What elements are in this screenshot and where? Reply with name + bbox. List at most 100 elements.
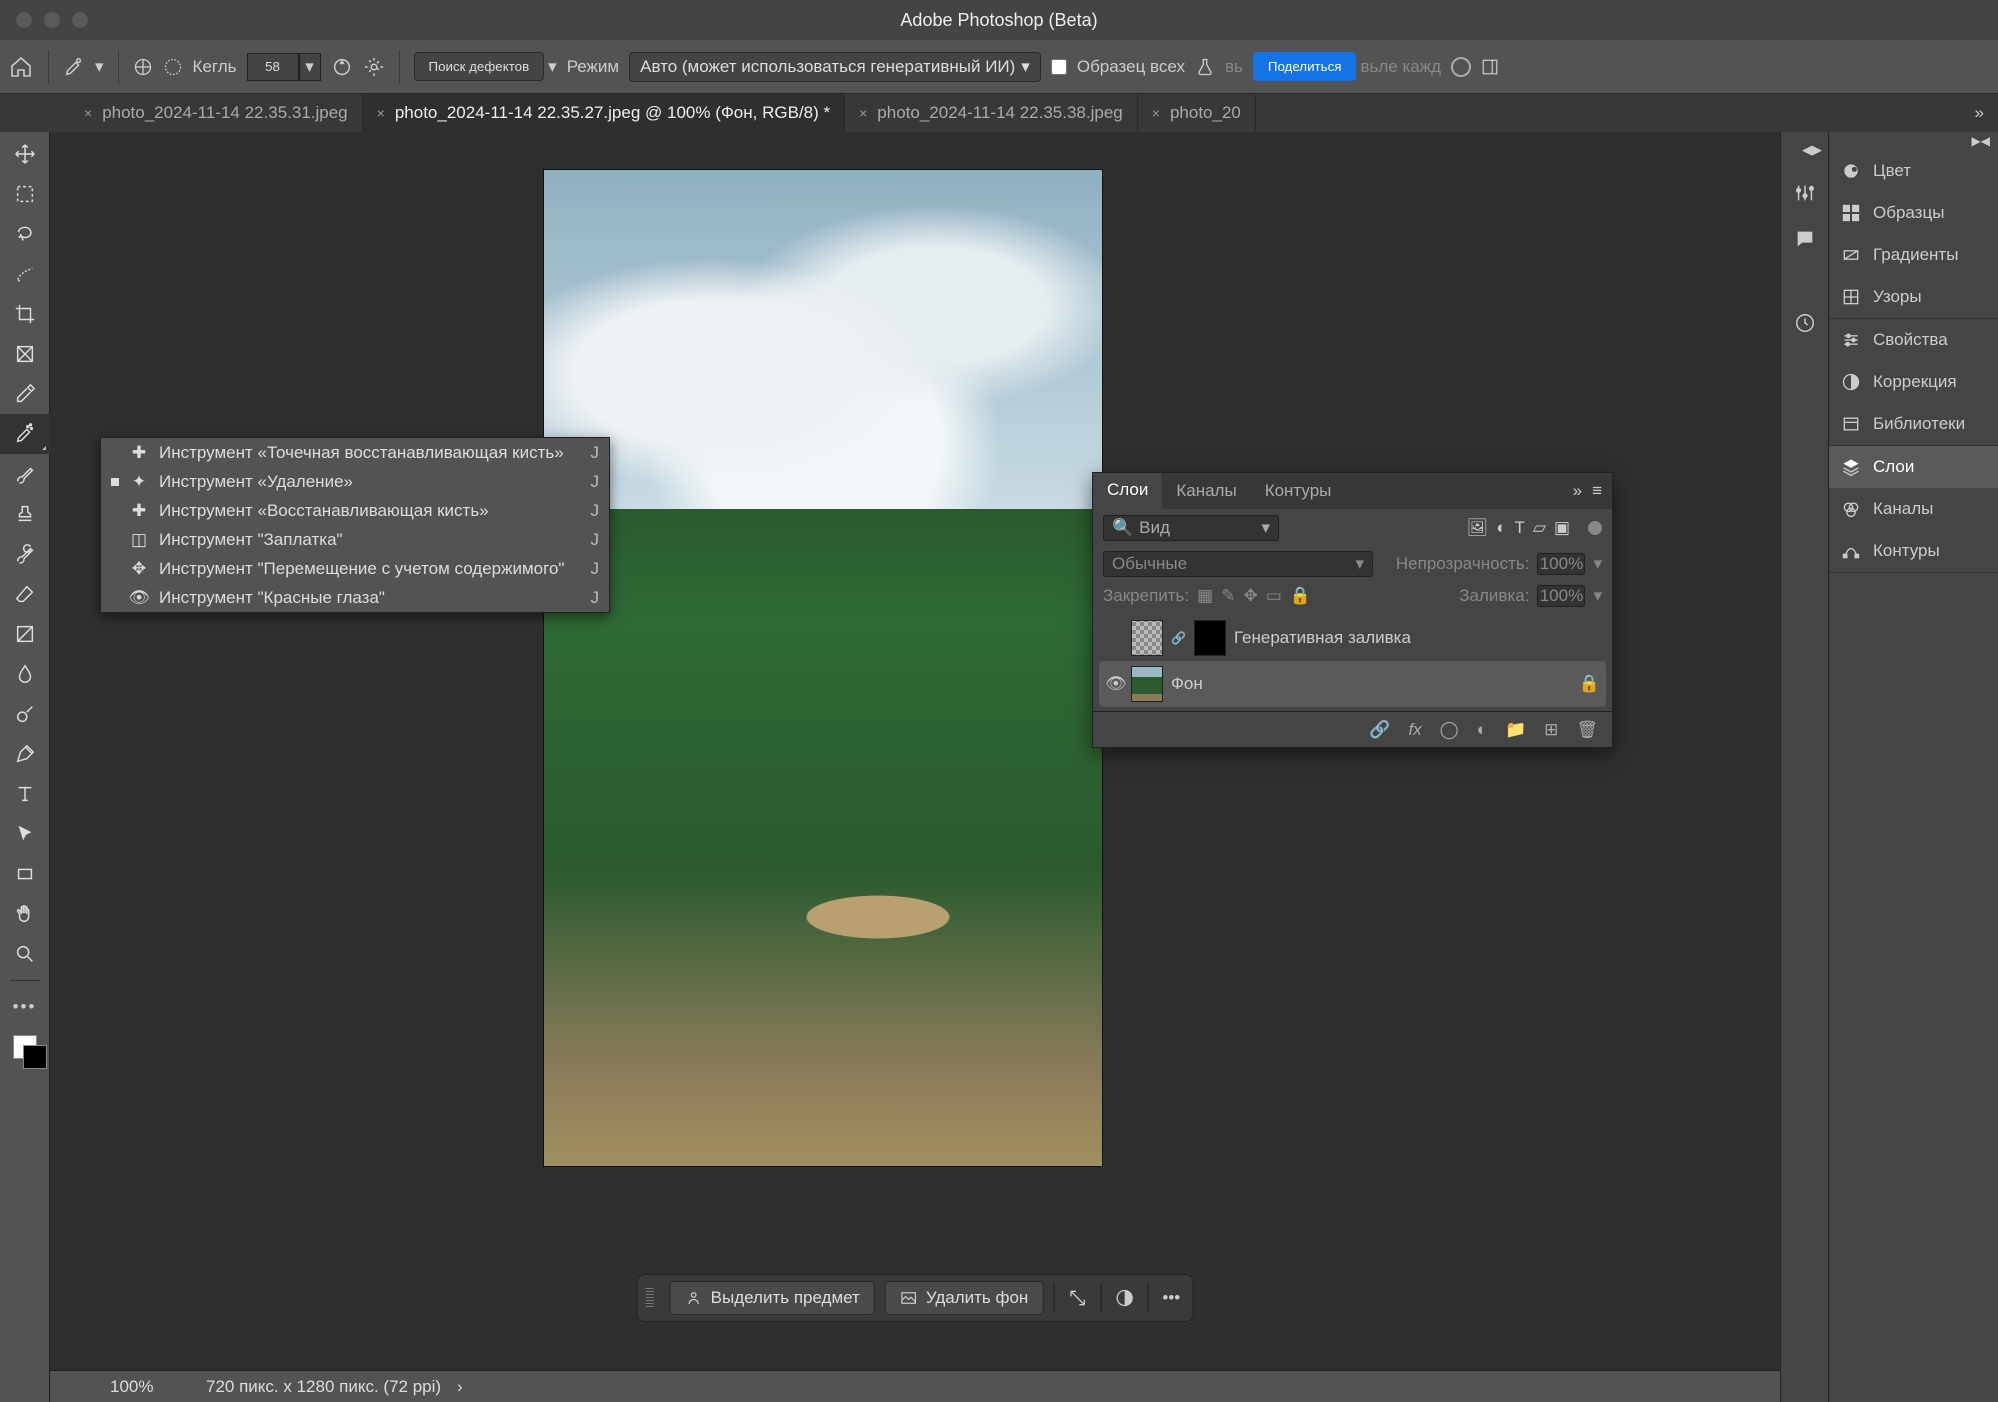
history-icon[interactable] xyxy=(1794,312,1816,334)
chevron-down-icon[interactable]: ▾ xyxy=(548,57,557,77)
close-icon[interactable]: × xyxy=(377,105,385,121)
kegl-input[interactable] xyxy=(247,53,299,81)
brush-tip-icon[interactable] xyxy=(133,57,153,77)
group-icon[interactable]: 📁 xyxy=(1505,720,1526,740)
chevron-down-icon[interactable]: ▾ xyxy=(1593,554,1602,574)
layer-filter-dropdown[interactable]: 🔍 Вид ▾ xyxy=(1103,515,1279,541)
link-layers-icon[interactable]: 🔗 xyxy=(1369,720,1390,740)
flyout-spot-healing[interactable]: ✚ Инструмент «Точечная восстанавливающая… xyxy=(101,438,609,467)
adjustments-icon[interactable] xyxy=(1794,182,1816,204)
filter-adjust-icon[interactable]: ◐ xyxy=(1496,518,1506,538)
hand-tool[interactable] xyxy=(0,894,50,934)
close-icon[interactable]: × xyxy=(84,105,92,121)
blur-tool[interactable] xyxy=(0,654,50,694)
beaker-icon[interactable] xyxy=(1195,57,1215,77)
sample-all-checkbox[interactable] xyxy=(1051,59,1067,75)
filter-pixel-icon[interactable]: 🖼 xyxy=(1467,518,1489,538)
eyedropper-tool[interactable] xyxy=(0,374,50,414)
comments-icon[interactable] xyxy=(1794,228,1816,250)
shape-tool[interactable] xyxy=(0,854,50,894)
filter-toggle[interactable] xyxy=(1588,521,1602,535)
history-brush-tool[interactable] xyxy=(0,534,50,574)
fx-icon[interactable]: fx xyxy=(1408,720,1421,740)
lock-position-icon[interactable]: ✥ xyxy=(1243,586,1257,606)
mode-dropdown[interactable]: Авто (может использоваться генеративный … xyxy=(629,52,1041,82)
panel-gradients[interactable]: Градиенты xyxy=(1829,234,1998,276)
find-defects-button[interactable]: Поиск дефектов xyxy=(414,52,545,81)
tab-doc-4[interactable]: ×photo_20 xyxy=(1138,94,1256,132)
new-layer-icon[interactable]: ⊞ xyxy=(1544,720,1558,740)
marquee-tool[interactable] xyxy=(0,174,50,214)
close-icon[interactable]: × xyxy=(859,105,867,121)
home-icon[interactable] xyxy=(8,55,34,79)
color-swatches[interactable] xyxy=(13,1035,37,1059)
chevron-right-icon[interactable]: › xyxy=(457,1377,463,1397)
pressure-size-icon[interactable] xyxy=(331,56,353,78)
collapse-panels[interactable]: ▶◀ xyxy=(1829,132,1998,150)
flyout-remove[interactable]: ✦ Инструмент «Удаление» J xyxy=(101,467,609,496)
panel-paths[interactable]: Контуры xyxy=(1829,530,1998,572)
select-subject-button[interactable]: Выделить предмет xyxy=(670,1281,875,1315)
collapse-icon[interactable]: » xyxy=(1573,481,1582,501)
panel-color[interactable]: Цвет xyxy=(1829,150,1998,192)
panel-layers[interactable]: Слои xyxy=(1829,446,1998,488)
workspace-icon[interactable] xyxy=(1481,58,1499,76)
adjustment-icon[interactable] xyxy=(1111,1285,1137,1311)
panel-swatches[interactable]: Образцы xyxy=(1829,192,1998,234)
crop-tool[interactable] xyxy=(0,294,50,334)
zoom-icon[interactable] xyxy=(72,12,88,28)
blend-mode-dropdown[interactable]: Обычные ▾ xyxy=(1103,551,1373,577)
expand-icon[interactable]: ◀▶ xyxy=(1802,142,1822,158)
layer-row[interactable]: 🔗 Генеративная заливка xyxy=(1099,615,1606,661)
trash-icon[interactable]: 🗑 xyxy=(1576,720,1598,740)
lock-artboard-icon[interactable]: ▭ xyxy=(1266,586,1282,606)
gradient-tool[interactable] xyxy=(0,614,50,654)
minimize-icon[interactable] xyxy=(44,12,60,28)
path-select-tool[interactable] xyxy=(0,814,50,854)
search-icon[interactable] xyxy=(1451,57,1471,77)
layer-row[interactable]: 👁 Фон 🔒 xyxy=(1099,661,1606,707)
tab-doc-3[interactable]: ×photo_2024-11-14 22.35.38.jpeg xyxy=(845,94,1138,132)
type-tool[interactable] xyxy=(0,774,50,814)
lasso-tool[interactable] xyxy=(0,214,50,254)
filter-type-icon[interactable]: T xyxy=(1514,518,1524,538)
fill-value[interactable]: 100% xyxy=(1537,585,1585,607)
flyout-content-aware-move[interactable]: ✥ Инструмент "Перемещение с учетом содер… xyxy=(101,554,609,583)
panel-patterns[interactable]: Узоры xyxy=(1829,276,1998,318)
link-icon[interactable]: 🔗 xyxy=(1171,631,1186,645)
share-button[interactable]: Поделиться xyxy=(1253,52,1357,81)
chevron-down-icon[interactable]: ▾ xyxy=(1593,586,1602,606)
opacity-value[interactable]: 100% xyxy=(1537,553,1585,575)
zoom-value[interactable]: 100% xyxy=(110,1377,190,1397)
transform-icon[interactable] xyxy=(1064,1285,1090,1311)
lock-transparency-icon[interactable]: ▦ xyxy=(1197,586,1213,606)
dodge-tool[interactable] xyxy=(0,694,50,734)
close-icon[interactable]: × xyxy=(1152,105,1160,121)
layer-thumbnail[interactable] xyxy=(1131,666,1163,702)
lock-paint-icon[interactable]: ✎ xyxy=(1221,586,1235,606)
adjustment-icon[interactable]: ◐ xyxy=(1477,720,1487,740)
chevron-down-icon[interactable]: ▾ xyxy=(95,57,104,77)
close-icon[interactable] xyxy=(16,12,32,28)
filter-shape-icon[interactable]: ▱ xyxy=(1533,518,1546,538)
tab-paths[interactable]: Контуры xyxy=(1251,473,1346,509)
more-icon[interactable]: ••• xyxy=(1158,1285,1184,1311)
zoom-tool[interactable] xyxy=(0,934,50,974)
frame-tool[interactable] xyxy=(0,334,50,374)
flyout-red-eye[interactable]: 👁 Инструмент "Красные глаза" J xyxy=(101,583,609,612)
eraser-tool[interactable] xyxy=(0,574,50,614)
panel-menu-icon[interactable]: ≡ xyxy=(1592,481,1602,501)
panel-channels[interactable]: Каналы xyxy=(1829,488,1998,530)
drag-handle-icon[interactable] xyxy=(646,1288,654,1308)
panel-libraries[interactable]: Библиотеки xyxy=(1829,403,1998,445)
tab-doc-2[interactable]: ×photo_2024-11-14 22.35.27.jpeg @ 100% (… xyxy=(363,94,845,132)
flyout-patch[interactable]: ◫ Инструмент "Заплатка" J xyxy=(101,525,609,554)
visibility-icon[interactable]: 👁 xyxy=(1105,674,1123,694)
remove-bg-button[interactable]: Удалить фон xyxy=(885,1281,1043,1315)
move-tool[interactable] xyxy=(0,134,50,174)
brush-tool[interactable] xyxy=(0,454,50,494)
flyout-healing-brush[interactable]: ✚ Инструмент «Восстанавливающая кисть» J xyxy=(101,496,609,525)
mask-thumbnail[interactable] xyxy=(1194,620,1226,656)
healing-tool-group[interactable] xyxy=(0,414,50,454)
kegl-dropdown[interactable]: ▾ xyxy=(299,53,321,81)
